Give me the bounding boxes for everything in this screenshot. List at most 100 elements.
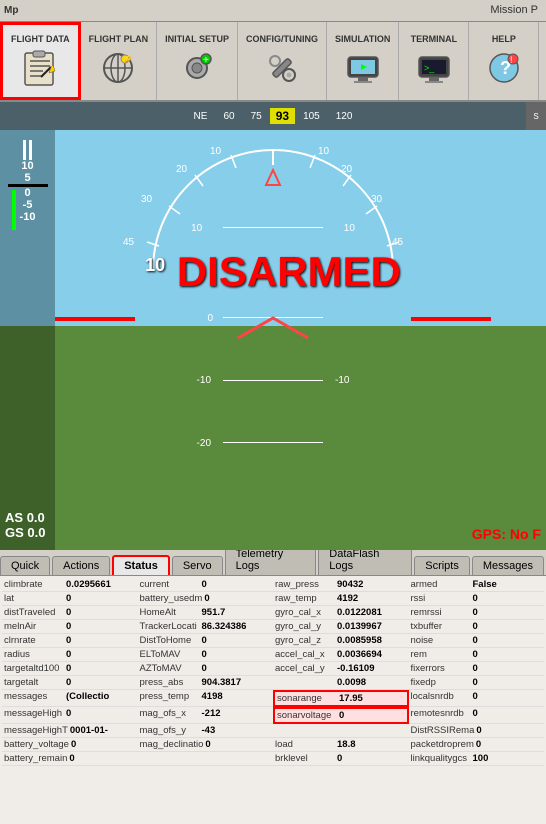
svg-text:10: 10 <box>318 146 330 157</box>
nav-item-flight-data[interactable]: FLIGHT DATA <box>0 22 81 100</box>
nav-item-config-tuning[interactable]: CONFIG/TUNING <box>238 22 327 100</box>
status-cell: gyro_cal_z0.0085958 <box>273 634 409 648</box>
status-cell: targetaltd1000 <box>2 662 138 676</box>
app-logo: Mp <box>4 5 18 16</box>
status-cell: sonarvoltage0 <box>273 707 409 724</box>
tab-status[interactable]: Status <box>112 555 170 575</box>
status-val: 0 <box>473 663 478 674</box>
nav-item-help[interactable]: HELP ? ! <box>469 22 539 100</box>
status-key: clrnrate <box>4 635 64 646</box>
pitch-line-neg10 <box>223 380 323 381</box>
status-key: load <box>275 739 335 750</box>
status-cell: melnAir0 <box>2 620 138 634</box>
status-key: remotesnrdb <box>411 708 471 722</box>
status-cell: DistRSSIRema0 <box>409 724 545 738</box>
status-cell: gyro_cal_y0.0139967 <box>273 620 409 634</box>
tab-servo[interactable]: Servo <box>172 556 223 575</box>
nav-item-simulation[interactable]: SIMULATION <box>327 22 399 100</box>
svg-text:+: + <box>203 55 209 66</box>
status-val: 0 <box>473 593 478 604</box>
flight-plan-icon: 🔑 <box>98 48 138 88</box>
app-title: Mission P <box>490 4 538 16</box>
status-cell: brklevel0 <box>273 752 409 766</box>
heading-75: 75 <box>251 111 262 122</box>
status-val: 0 <box>204 593 209 604</box>
nav-item-initial-setup[interactable]: INITIAL SETUP + <box>157 22 238 100</box>
tab-scripts[interactable]: Scripts <box>414 556 470 575</box>
status-cell: current0 <box>138 578 274 592</box>
status-val: 951.7 <box>202 607 226 618</box>
status-cell: raw_temp4192 <box>273 592 409 606</box>
status-val: 0 <box>202 635 207 646</box>
pitch-label-neg10-right: -10 <box>335 375 349 386</box>
status-key: txbuffer <box>411 621 471 632</box>
status-cell: press_abs904.3817 <box>138 676 274 690</box>
status-cell: messageHighT0001-01- <box>2 724 138 738</box>
status-cell: messageHigh0 <box>2 707 138 724</box>
status-val: -43 <box>202 725 216 736</box>
status-cell <box>273 724 409 738</box>
status-panel: climbrate0.0295661current0raw_press90432… <box>0 576 546 824</box>
status-key: rssi <box>411 593 471 604</box>
status-val: 904.3817 <box>202 677 242 688</box>
status-val: 0 <box>66 708 71 722</box>
status-key: gyro_cal_x <box>275 607 335 618</box>
status-key: press_temp <box>140 691 200 705</box>
status-val: 0 <box>205 739 210 750</box>
status-key: ELToMAV <box>140 649 200 660</box>
nav-label-help: HELP <box>492 34 516 44</box>
status-key: battery_usedm <box>140 593 203 604</box>
alt-5: 5 <box>24 172 30 184</box>
status-cell: battery_usedm0 <box>138 592 274 606</box>
status-key: battery_voltage <box>4 739 69 750</box>
status-val: 4198 <box>202 691 223 705</box>
status-key <box>275 725 335 736</box>
status-val: 0 <box>66 677 71 688</box>
status-cell: ELToMAV0 <box>138 648 274 662</box>
status-cell: messages(Collectio <box>2 690 138 707</box>
tab-quick[interactable]: Quick <box>0 556 50 575</box>
wing-left <box>55 317 135 321</box>
status-val: 0 <box>473 635 478 646</box>
pitch-line-10 <box>223 227 323 228</box>
status-cell: armedFalse <box>409 578 545 592</box>
status-cell: radius0 <box>2 648 138 662</box>
status-val: 0 <box>476 725 481 736</box>
status-key: targetaltd100 <box>4 663 64 674</box>
status-key: messages <box>4 691 64 705</box>
status-val: -0.16109 <box>337 663 375 674</box>
status-cell: lat0 <box>2 592 138 606</box>
status-cell: rssi0 <box>409 592 545 606</box>
svg-text:20: 20 <box>176 164 188 175</box>
status-cell: txbuffer0 <box>409 620 545 634</box>
status-val: 0 <box>473 677 478 688</box>
aircraft-chevron <box>233 313 313 343</box>
groundspeed-value: 0.0 <box>27 525 45 540</box>
nav-bar: FLIGHT DATA FLIGHT PLAN <box>0 22 546 102</box>
status-cell: sonarange17.95 <box>273 690 409 707</box>
status-key: noise <box>411 635 471 646</box>
status-val: 0 <box>66 621 71 632</box>
status-val: False <box>473 579 497 590</box>
status-val: 0 <box>473 621 478 632</box>
status-key: gyro_cal_y <box>275 621 335 632</box>
status-key: sonarvoltage <box>277 710 337 721</box>
tab-messages[interactable]: Messages <box>472 556 544 575</box>
alt-10-upper: 10 <box>21 160 33 172</box>
status-cell: load18.8 <box>273 738 409 752</box>
status-val: 0 <box>66 663 71 674</box>
status-val: 0 <box>337 753 342 764</box>
status-key: radius <box>4 649 64 660</box>
status-cell: noise0 <box>409 634 545 648</box>
tab-actions[interactable]: Actions <box>52 556 110 575</box>
status-val: 0 <box>202 649 207 660</box>
nav-item-terminal[interactable]: TERMINAL >_ <box>399 22 469 100</box>
heading-current: 93 <box>270 108 295 124</box>
status-key: fixedp <box>411 677 471 688</box>
status-key: current <box>140 579 200 590</box>
nav-item-flight-plan[interactable]: FLIGHT PLAN 🔑 <box>81 22 158 100</box>
status-val: 4192 <box>337 593 358 604</box>
status-key: brklevel <box>275 753 335 764</box>
heading-ne: NE <box>194 111 208 122</box>
status-cell: gyro_cal_x0.0122081 <box>273 606 409 620</box>
